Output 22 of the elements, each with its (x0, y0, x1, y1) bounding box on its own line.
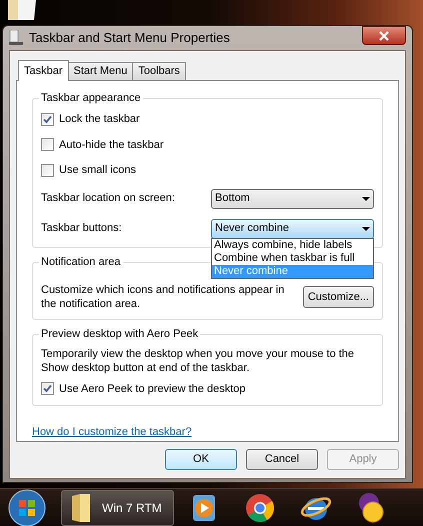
help-link[interactable]: How do I customize the taskbar? (32, 424, 192, 440)
dropdown[interactable]: Never combine (211, 218, 374, 238)
dropdown-option[interactable]: Combine when taskbar is full (212, 252, 373, 264)
dropdown[interactable]: Bottom (211, 188, 374, 208)
checkbox-label: Auto-hide the taskbar (59, 138, 164, 152)
tab[interactable]: Toolbars (132, 62, 186, 80)
tab[interactable]: Start Menu (68, 62, 134, 80)
group-title: Taskbar appearance (39, 90, 143, 106)
field-label: Taskbar buttons: (41, 221, 122, 236)
dropdown-option[interactable]: Always combine, hide labels (212, 238, 373, 252)
description-text: Temporarily view the desktop when you move your mouse to the Show desktop button at end of the taskbar. (41, 346, 356, 374)
dialog-button[interactable]: OK (165, 448, 237, 470)
taskbar-button[interactable]: Win 7 RTM (61, 490, 174, 526)
checkbox-label: Use small icons (59, 163, 136, 178)
checkbox-label: Lock the taskbar (59, 112, 140, 127)
window-title: Taskbar and Start Menu Properties (29, 29, 231, 48)
tab[interactable]: Taskbar (18, 60, 69, 81)
field-label: Taskbar location on screen: (41, 191, 175, 206)
checkbox-label: Use Aero Peek to preview the desktop (59, 382, 246, 396)
customize-button[interactable]: Customize... (302, 286, 374, 308)
dialog-button[interactable]: Cancel (246, 448, 318, 470)
description-text: Customize which icons and notifications appear in the notification area. (41, 282, 286, 310)
